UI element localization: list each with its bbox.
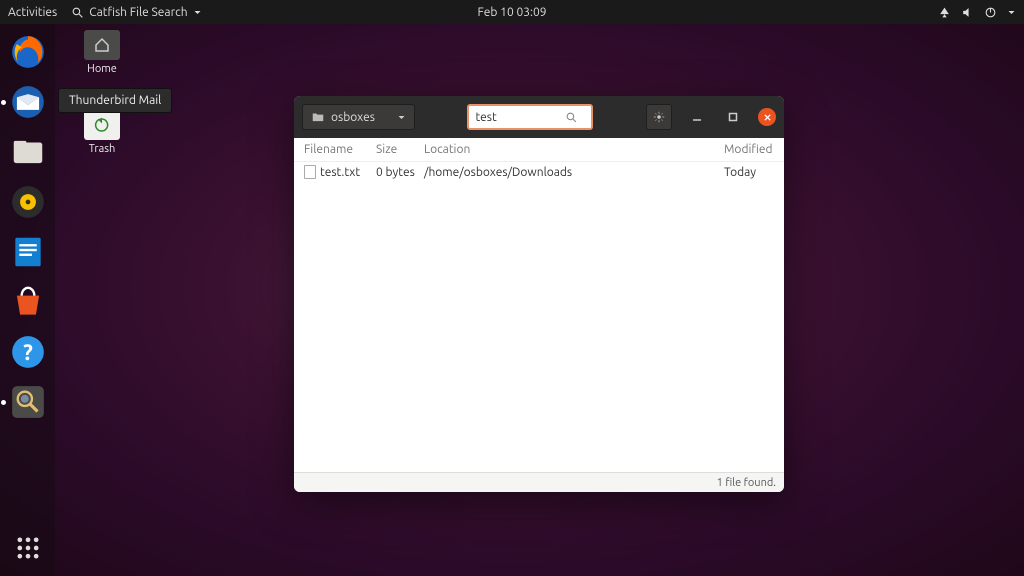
header-filename[interactable]: Filename bbox=[304, 143, 376, 156]
settings-button[interactable] bbox=[646, 104, 672, 130]
network-icon bbox=[938, 6, 951, 19]
app-menu[interactable]: Catfish File Search bbox=[71, 6, 201, 19]
maximize-icon bbox=[728, 112, 738, 122]
svg-text:?: ? bbox=[23, 340, 33, 365]
top-menu-bar: Activities Catfish File Search Feb 10 03… bbox=[0, 0, 1024, 24]
table-row[interactable]: test.txt 0 bytes /home/osboxes/Downloads… bbox=[294, 162, 784, 182]
minimize-button[interactable] bbox=[686, 106, 708, 128]
desktop-trash[interactable]: Trash bbox=[72, 110, 132, 155]
launcher-dock: ? bbox=[0, 24, 55, 576]
gear-icon bbox=[652, 110, 666, 124]
desktop-home[interactable]: Home bbox=[72, 30, 132, 75]
results-header: Filename Size Location Modified bbox=[294, 138, 784, 162]
volume-icon bbox=[961, 6, 974, 19]
cell-filename: test.txt bbox=[320, 166, 360, 179]
chevron-down-icon bbox=[397, 113, 406, 122]
chevron-down-icon bbox=[1007, 8, 1016, 17]
close-icon bbox=[763, 113, 772, 122]
search-icon bbox=[565, 111, 578, 124]
dock-libreoffice-writer[interactable] bbox=[6, 230, 50, 274]
activities-button[interactable]: Activities bbox=[8, 6, 57, 19]
dock-thunderbird[interactable] bbox=[6, 80, 50, 124]
chevron-down-icon bbox=[193, 8, 202, 17]
dock-ubuntu-software[interactable] bbox=[6, 280, 50, 324]
window-titlebar[interactable]: osboxes bbox=[294, 96, 784, 138]
header-modified[interactable]: Modified bbox=[724, 143, 774, 156]
search-input-wrap[interactable] bbox=[467, 104, 593, 130]
cell-size: 0 bytes bbox=[376, 166, 424, 179]
dock-help[interactable]: ? bbox=[6, 330, 50, 374]
catfish-icon bbox=[71, 6, 84, 19]
dock-firefox[interactable] bbox=[6, 30, 50, 74]
cell-location: /home/osboxes/Downloads bbox=[424, 166, 724, 179]
file-icon bbox=[304, 165, 316, 179]
system-tray[interactable] bbox=[938, 6, 1016, 19]
header-size[interactable]: Size bbox=[376, 143, 424, 156]
dock-tooltip: Thunderbird Mail bbox=[58, 88, 172, 113]
dock-catfish[interactable] bbox=[6, 380, 50, 424]
minimize-icon bbox=[692, 112, 702, 122]
search-input[interactable] bbox=[475, 111, 565, 124]
power-icon bbox=[984, 6, 997, 19]
clock[interactable]: Feb 10 03:09 bbox=[477, 6, 546, 19]
close-button[interactable] bbox=[758, 108, 776, 126]
results-list[interactable]: Filename Size Location Modified test.txt… bbox=[294, 138, 784, 472]
folder-chooser[interactable]: osboxes bbox=[302, 104, 415, 130]
dock-show-apps[interactable] bbox=[6, 526, 50, 570]
status-text: 1 file found. bbox=[717, 477, 776, 489]
header-location[interactable]: Location bbox=[424, 143, 724, 156]
cell-modified: Today bbox=[724, 166, 774, 179]
dock-files[interactable] bbox=[6, 130, 50, 174]
app-menu-label: Catfish File Search bbox=[89, 6, 187, 19]
desktop-trash-label: Trash bbox=[89, 143, 116, 155]
folder-icon bbox=[311, 110, 325, 124]
catfish-window: osboxes Filename Siz bbox=[294, 96, 784, 492]
maximize-button[interactable] bbox=[722, 106, 744, 128]
dock-rhythmbox[interactable] bbox=[6, 180, 50, 224]
status-bar: 1 file found. bbox=[294, 472, 784, 492]
desktop-home-label: Home bbox=[87, 63, 117, 75]
folder-chooser-label: osboxes bbox=[331, 111, 375, 124]
